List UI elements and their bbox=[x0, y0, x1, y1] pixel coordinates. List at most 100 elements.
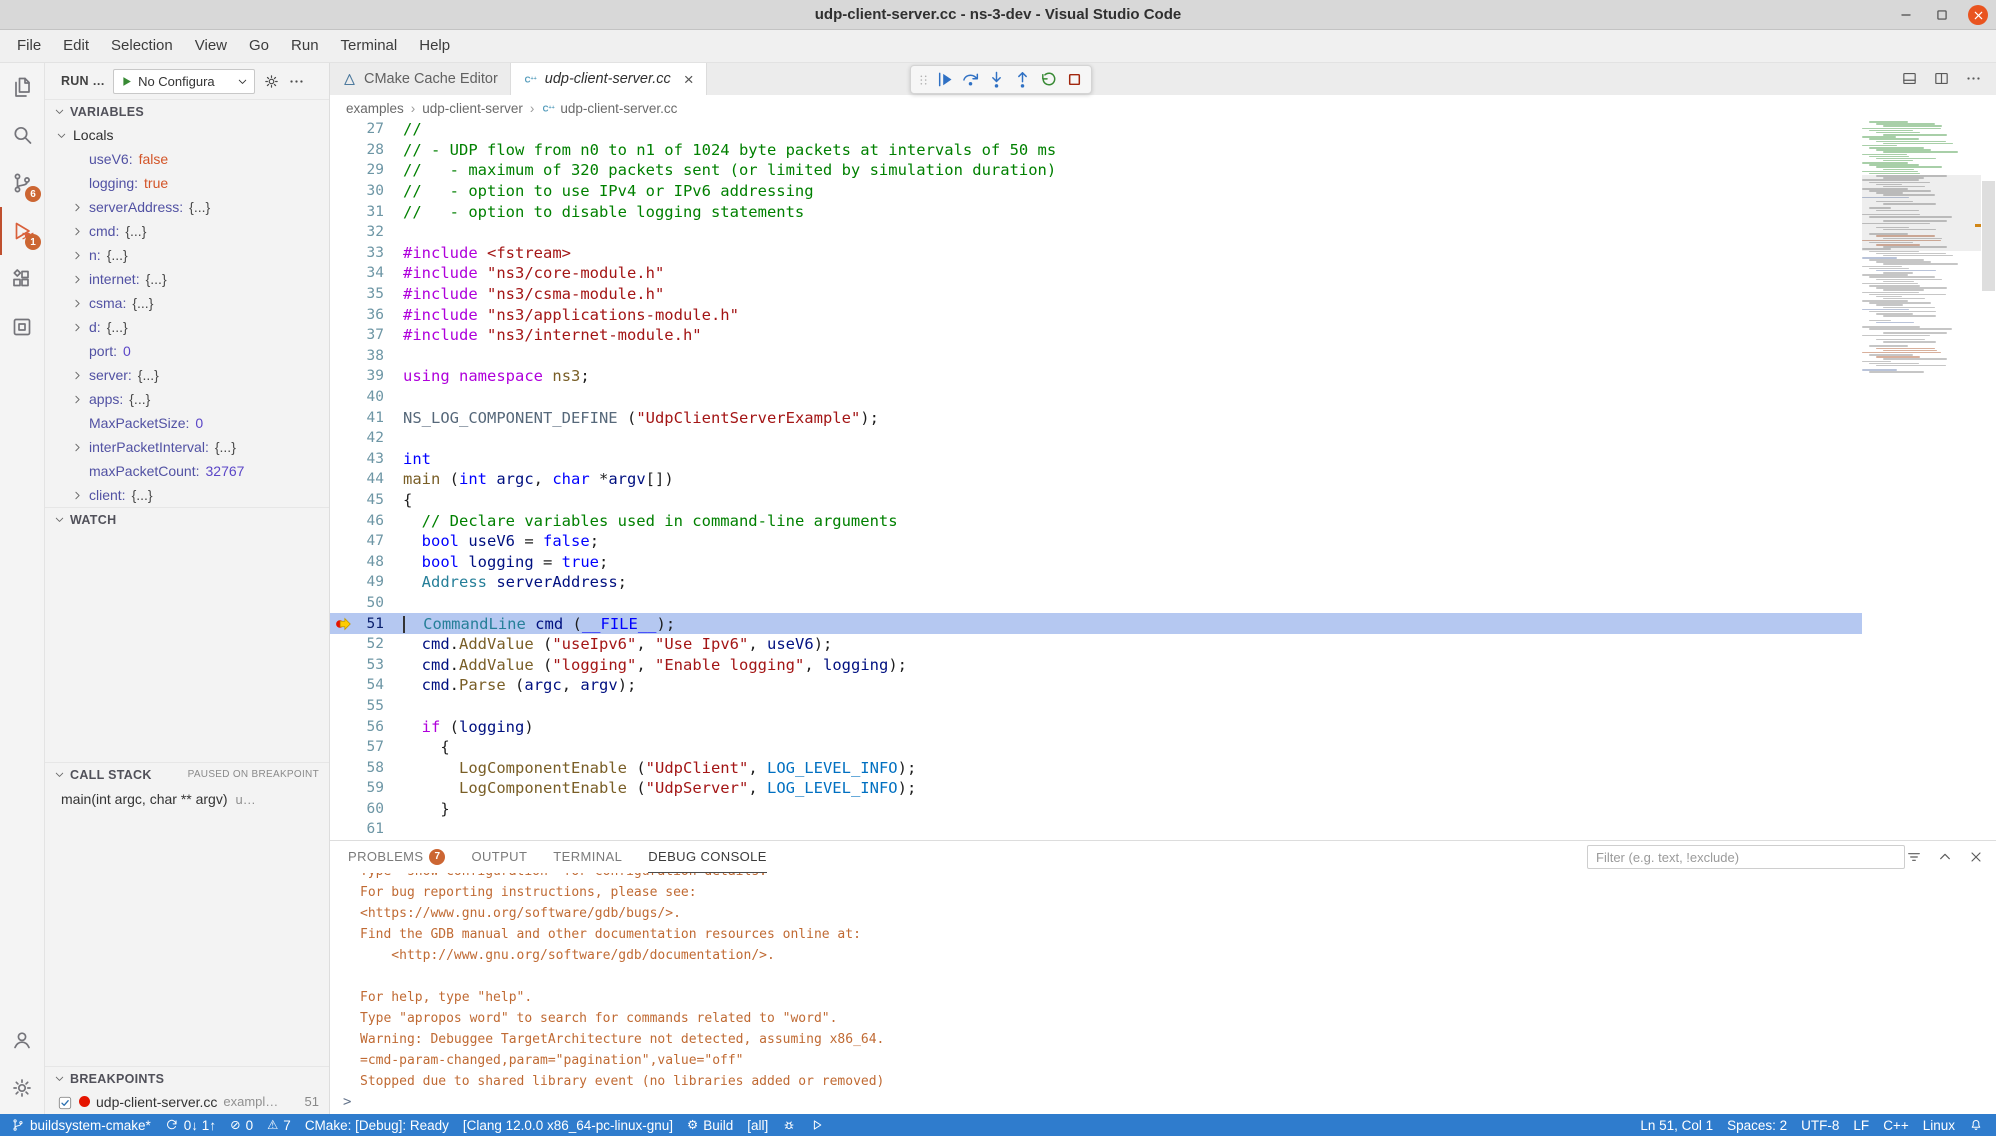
breakpoint-checkbox[interactable] bbox=[57, 1094, 73, 1110]
panel-tab-output[interactable]: OUTPUT bbox=[471, 842, 527, 873]
code-line-48[interactable]: 48 bool logging = true; bbox=[330, 551, 1862, 572]
activity-extensions[interactable] bbox=[0, 255, 44, 303]
menu-go[interactable]: Go bbox=[238, 33, 280, 59]
debug-more-actions-icon[interactable] bbox=[288, 72, 305, 90]
code-line-53[interactable]: 53 cmd.AddValue ("logging", "Enable logg… bbox=[330, 654, 1862, 675]
menu-selection[interactable]: Selection bbox=[100, 33, 184, 59]
status-errors[interactable]: ⊘0 bbox=[223, 1114, 260, 1136]
step-over-button[interactable] bbox=[957, 67, 983, 93]
variable-client[interactable]: client:{...} bbox=[45, 483, 329, 507]
debug-console-output[interactable]: Type "show configuration" for configurat… bbox=[330, 873, 1996, 1092]
gutter-55[interactable]: 55 bbox=[330, 696, 403, 717]
console-filter-input[interactable] bbox=[1587, 845, 1905, 869]
breadcrumb-item[interactable]: examples bbox=[346, 101, 404, 116]
maximize-panel-button[interactable] bbox=[1937, 848, 1953, 866]
panel-tab-terminal[interactable]: TERMINAL bbox=[553, 842, 622, 873]
breadcrumb-item[interactable]: C++udp-client-server.cc bbox=[541, 101, 677, 116]
code-line-41[interactable]: 41NS_LOG_COMPONENT_DEFINE ("UdpClientSer… bbox=[330, 407, 1862, 428]
panel-tab-debug-console[interactable]: DEBUG CONSOLE bbox=[648, 842, 767, 873]
variable-logging[interactable]: logging:true bbox=[45, 171, 329, 195]
code-line-61[interactable]: 61 bbox=[330, 819, 1862, 840]
code-line-56[interactable]: 56 if (logging) bbox=[330, 716, 1862, 737]
gutter-28[interactable]: 28 bbox=[330, 140, 403, 161]
code-line-49[interactable]: 49 Address serverAddress; bbox=[330, 572, 1862, 593]
gutter-39[interactable]: 39 bbox=[330, 366, 403, 387]
code-line-36[interactable]: 36#include "ns3/applications-module.h" bbox=[330, 304, 1862, 325]
breakpoint-item[interactable]: udp-client-server.cc exampl… 51 bbox=[45, 1090, 329, 1113]
code-line-39[interactable]: 39using namespace ns3; bbox=[330, 366, 1862, 387]
stop-button[interactable] bbox=[1061, 67, 1087, 93]
code-line-38[interactable]: 38 bbox=[330, 346, 1862, 367]
debug-settings-gear-icon[interactable] bbox=[263, 72, 280, 90]
step-out-button[interactable] bbox=[1009, 67, 1035, 93]
code-line-32[interactable]: 32 bbox=[330, 222, 1862, 243]
gutter-61[interactable]: 61 bbox=[330, 819, 403, 840]
code-line-45[interactable]: 45{ bbox=[330, 490, 1862, 511]
close-tab-icon[interactable]: × bbox=[684, 71, 694, 88]
variable-cmd[interactable]: cmd:{...} bbox=[45, 219, 329, 243]
gutter-31[interactable]: 31 bbox=[330, 201, 403, 222]
gutter-32[interactable]: 32 bbox=[330, 222, 403, 243]
gutter-47[interactable]: 47 bbox=[330, 531, 403, 552]
gutter-43[interactable]: 43 bbox=[330, 449, 403, 470]
gutter-41[interactable]: 41 bbox=[330, 407, 403, 428]
gutter-49[interactable]: 49 bbox=[330, 572, 403, 593]
code-line-34[interactable]: 34#include "ns3/core-module.h" bbox=[330, 263, 1862, 284]
gutter-42[interactable]: 42 bbox=[330, 428, 403, 449]
menu-terminal[interactable]: Terminal bbox=[330, 33, 409, 59]
status-cmake-status[interactable]: CMake: [Debug]: Ready bbox=[298, 1114, 456, 1136]
menu-view[interactable]: View bbox=[184, 33, 238, 59]
debug-config-dropdown[interactable]: No Configura bbox=[113, 69, 255, 94]
gutter-58[interactable]: 58 bbox=[330, 757, 403, 778]
continue-button[interactable] bbox=[931, 67, 957, 93]
variable-n[interactable]: n:{...} bbox=[45, 243, 329, 267]
gutter-35[interactable]: 35 bbox=[330, 284, 403, 305]
gutter-36[interactable]: 36 bbox=[330, 304, 403, 325]
code-line-60[interactable]: 60 } bbox=[330, 799, 1862, 820]
variable-server[interactable]: server:{...} bbox=[45, 363, 329, 387]
variable-csma[interactable]: csma:{...} bbox=[45, 291, 329, 315]
activity-settings[interactable] bbox=[0, 1064, 44, 1112]
gutter-48[interactable]: 48 bbox=[330, 551, 403, 572]
code-line-35[interactable]: 35#include "ns3/csma-module.h" bbox=[330, 284, 1862, 305]
variable-apps[interactable]: apps:{...} bbox=[45, 387, 329, 411]
gutter-59[interactable]: 59 bbox=[330, 778, 403, 799]
code-line-51[interactable]: 51 CommandLine cmd (__FILE__); bbox=[330, 613, 1862, 634]
gutter-56[interactable]: 56 bbox=[330, 716, 403, 737]
gutter-51[interactable]: 51 bbox=[330, 613, 403, 634]
code-line-37[interactable]: 37#include "ns3/internet-module.h" bbox=[330, 325, 1862, 346]
tab-udp-client-server[interactable]: C++udp-client-server.cc× bbox=[511, 63, 707, 95]
gutter-45[interactable]: 45 bbox=[330, 490, 403, 511]
code-line-58[interactable]: 58 LogComponentEnable ("UdpClient", LOG_… bbox=[330, 757, 1862, 778]
section-variables[interactable]: VARIABLES bbox=[45, 99, 329, 123]
status-language-mode[interactable]: C++ bbox=[1876, 1114, 1916, 1136]
gutter-34[interactable]: 34 bbox=[330, 263, 403, 284]
status-cursor-position[interactable]: Ln 51, Col 1 bbox=[1633, 1114, 1720, 1136]
status-git-branch[interactable]: buildsystem-cmake* bbox=[4, 1114, 158, 1136]
scope-locals[interactable]: Locals bbox=[45, 123, 329, 147]
status-build-target[interactable]: [all] bbox=[740, 1114, 775, 1136]
gutter-57[interactable]: 57 bbox=[330, 737, 403, 758]
minimize-button[interactable] bbox=[1896, 5, 1916, 25]
stack-frame[interactable]: main(int argc, char ** argv) u… bbox=[45, 787, 329, 811]
breadcrumb-item[interactable]: udp-client-server bbox=[422, 101, 523, 116]
code-line-44[interactable]: 44main (int argc, char *argv[]) bbox=[330, 469, 1862, 490]
code-line-46[interactable]: 46 // Declare variables used in command-… bbox=[330, 510, 1862, 531]
status-run-launch[interactable] bbox=[803, 1114, 831, 1136]
gutter-40[interactable]: 40 bbox=[330, 387, 403, 408]
status-indentation[interactable]: Spaces: 2 bbox=[1720, 1114, 1794, 1136]
code-line-28[interactable]: 28// - UDP flow from n0 to n1 of 1024 by… bbox=[330, 140, 1862, 161]
status-os[interactable]: Linux bbox=[1916, 1114, 1962, 1136]
gutter-50[interactable]: 50 bbox=[330, 593, 403, 614]
maximize-button[interactable] bbox=[1932, 5, 1952, 25]
code-line-57[interactable]: 57 { bbox=[330, 737, 1862, 758]
code-line-29[interactable]: 29// - maximum of 320 packets sent (or l… bbox=[330, 160, 1862, 181]
menu-run[interactable]: Run bbox=[280, 33, 330, 59]
status-eol[interactable]: LF bbox=[1846, 1114, 1876, 1136]
gutter-54[interactable]: 54 bbox=[330, 675, 403, 696]
toolbar-grip-icon[interactable] bbox=[915, 67, 931, 93]
close-panel-button[interactable] bbox=[1968, 848, 1984, 866]
code-line-27[interactable]: 27// bbox=[330, 119, 1862, 140]
code-editor[interactable]: 27//28// - UDP flow from n0 to n1 of 102… bbox=[330, 119, 1862, 840]
variable-port[interactable]: port:0 bbox=[45, 339, 329, 363]
